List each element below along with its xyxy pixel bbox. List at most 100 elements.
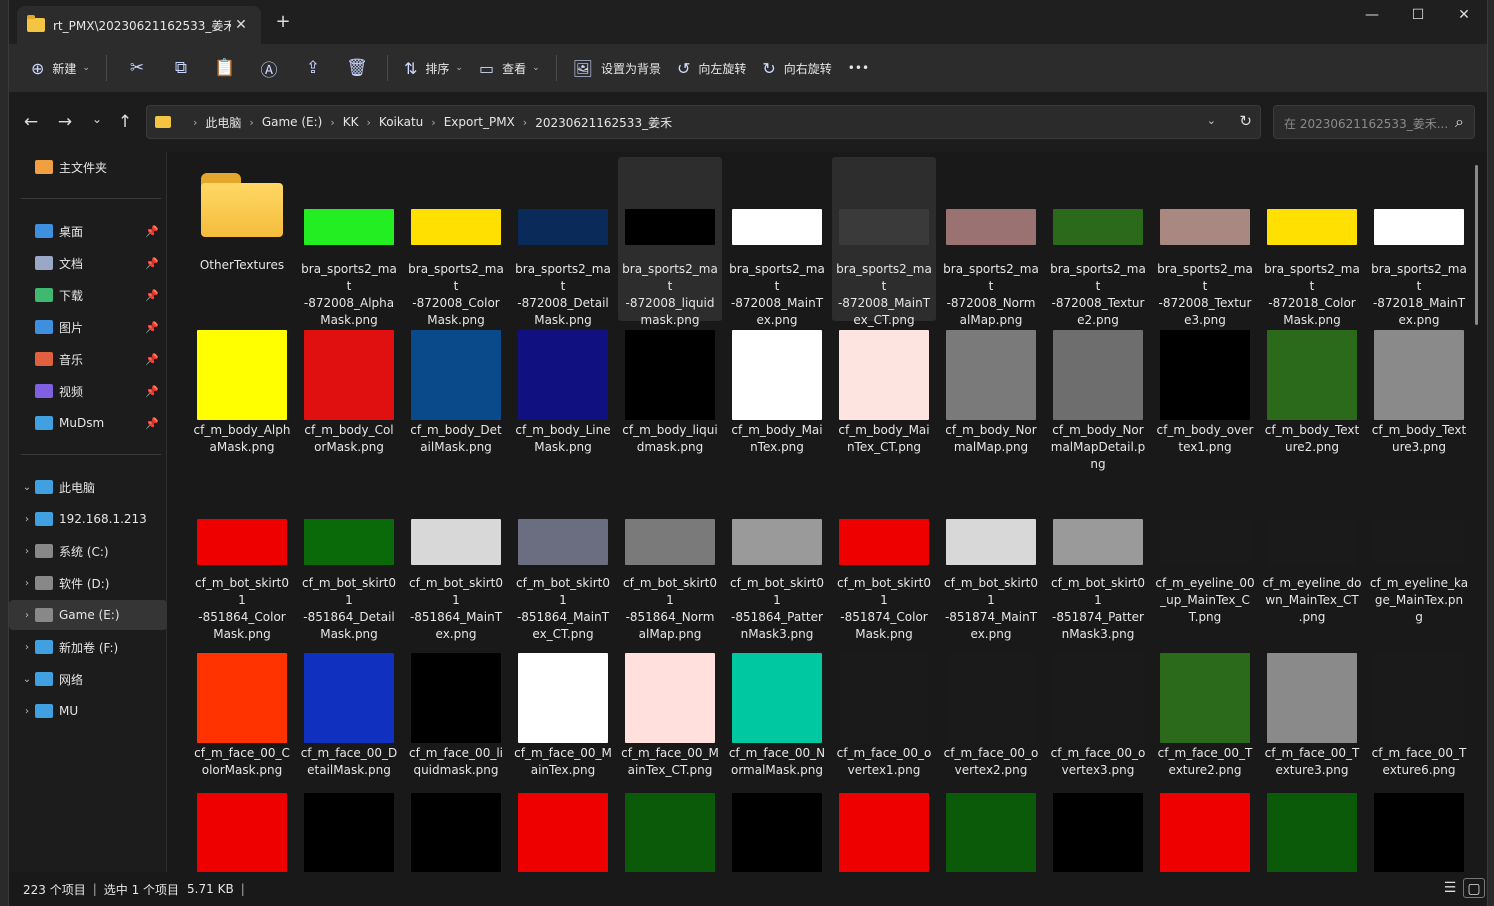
breadcrumb-current-folder[interactable]: 20230621162533_姜禾 [535,114,672,131]
breadcrumb-export-pmx[interactable]: Export_PMX [444,115,515,129]
set-background-button[interactable]: 🖼 设置为背景 [565,51,669,85]
up-arrow-icon[interactable]: ↑ [111,112,139,134]
file-item[interactable]: cf_m_bot_skirt0 1 -851874_Patter nMask3.… [1046,475,1150,641]
sidebar-item-network[interactable]: ⌄ 网络 [9,664,167,694]
file-item[interactable]: cf_m_body_over tex1.png [1153,322,1257,486]
expand-chevron-icon[interactable]: › [19,546,35,557]
file-item[interactable]: bra_sports2_ma t -872008_Color Mask.png [404,157,508,327]
sidebar-item-pictures[interactable]: 图片 📌 [9,312,167,342]
sidebar-item-downloads[interactable]: 下载 📌 [9,280,167,310]
file-item[interactable]: cf_m_body_Text ure2.png [1260,322,1364,486]
file-item[interactable]: bra_sports2_ma t -872008_Alpha Mask.png [297,157,401,327]
forward-arrow-icon[interactable]: → [51,112,79,134]
file-item[interactable] [1260,785,1364,872]
file-item[interactable]: cf_m_body_Mai nTex_CT.png [832,322,936,486]
address-bar[interactable]: › 此电脑 › Game (E:) › KK › Koikatu › Export_PM… [146,105,1261,139]
file-item[interactable] [618,785,722,872]
file-item[interactable] [190,785,294,872]
sidebar-item-videos[interactable]: 视频 📌 [9,376,167,406]
sidebar-item-mu[interactable]: › MU [9,696,167,726]
file-item[interactable] [832,785,936,872]
file-item[interactable]: cf_m_body_liqui dmask.png [618,322,722,486]
file-item[interactable]: bra_sports2_ma t -872008_MainT ex.png [725,157,829,327]
tab-current-folder[interactable]: rt_PMX\20230621162533_姜禾 ✕ [17,6,261,44]
expand-chevron-icon[interactable]: › [19,578,35,589]
rename-icon[interactable]: Ⓐ [247,51,291,85]
pin-icon[interactable]: 📌 [145,289,159,302]
tiles-view-icon[interactable]: ▢ [1463,878,1485,898]
file-item[interactable]: bra_sports2_ma t -872008_Norm alMap.png [939,157,1043,327]
copy-icon[interactable]: ⧉ [159,51,203,85]
pin-icon[interactable]: 📌 [145,353,159,366]
expand-chevron-icon[interactable]: › [19,514,35,525]
file-item[interactable]: bra_sports2_ma t -872008_liquid mask.png [618,157,722,327]
file-item[interactable] [1153,785,1257,872]
file-item[interactable]: bra_sports2_ma t -872008_MainT ex_CT.png [832,157,936,327]
breadcrumb-koikatu[interactable]: Koikatu [379,115,423,129]
expand-chevron-icon[interactable]: ⌄ [19,482,35,493]
file-item[interactable]: cf_m_bot_skirt0 1 -851864_Patter nMask3.… [725,475,829,641]
file-item[interactable]: bra_sports2_ma t -872018_Color Mask.png [1260,157,1364,327]
pin-icon[interactable]: 📌 [145,321,159,334]
more-options-button[interactable]: ••• [840,51,877,85]
sidebar-item-documents[interactable]: 文档 📌 [9,248,167,278]
delete-icon[interactable]: 🗑 [335,51,379,85]
pin-icon[interactable]: 📌 [145,417,159,430]
folder-item[interactable]: OtherTextures [190,157,294,321]
file-item[interactable] [725,785,829,872]
refresh-icon[interactable]: ↻ [1239,112,1252,130]
close-window-button[interactable]: ✕ [1441,0,1487,32]
file-item[interactable] [297,785,401,872]
file-item[interactable]: bra_sports2_ma t -872008_Textur e2.png [1046,157,1150,327]
file-item[interactable]: cf_m_eyeline_ka ge_MainTex.pn g [1367,475,1471,639]
search-icon[interactable]: ⌕ [1455,112,1464,132]
file-item[interactable]: cf_m_eyeline_do wn_MainTex_CT .png [1260,475,1364,639]
new-tab-button[interactable]: + [273,12,293,32]
maximize-button[interactable]: ☐ [1395,0,1441,32]
paste-icon[interactable]: 📋 [203,51,247,85]
breadcrumb-game-drive[interactable]: Game (E:) [262,115,323,129]
address-dropdown-icon[interactable]: ⌄ [1207,114,1216,127]
file-item[interactable] [1367,785,1471,872]
rotate-right-button[interactable]: ↻ 向右旋转 [754,51,839,85]
sort-button[interactable]: ⇅ 排序 ⌄ [396,51,471,85]
sidebar-item-music[interactable]: 音乐 📌 [9,344,167,374]
expand-chevron-icon[interactable]: › [19,610,35,621]
file-item[interactable]: cf_m_body_Alph aMask.png [190,322,294,486]
sidebar-item-this-pc[interactable]: ⌄ 此电脑 [9,472,167,502]
file-item[interactable]: cf_m_bot_skirt0 1 -851874_Color Mask.png [832,475,936,641]
pin-icon[interactable]: 📌 [145,257,159,270]
file-item[interactable]: cf_m_bot_skirt0 1 -851864_MainT ex.png [404,475,508,641]
recent-chevron-icon[interactable]: ⌄ [83,112,111,134]
file-item[interactable]: cf_m_body_Det ailMask.png [404,322,508,486]
breadcrumb-this-pc[interactable]: 此电脑 [205,114,241,131]
file-item[interactable] [404,785,508,872]
sidebar-item-drive-e[interactable]: › Game (E:) [9,600,167,630]
tab-close-icon[interactable]: ✕ [231,17,251,33]
file-item[interactable]: cf_m_body_Mai nTex.png [725,322,829,486]
back-arrow-icon[interactable]: ← [17,112,45,134]
new-button[interactable]: ⊕ 新建 ⌄ [23,51,98,85]
minimize-button[interactable]: — [1349,0,1395,32]
file-item[interactable]: cf_m_body_Text ure3.png [1367,322,1471,486]
file-item[interactable]: bra_sports2_ma t -872018_MainT ex.png [1367,157,1471,327]
file-item[interactable]: cf_m_bot_skirt0 1 -851874_MainT ex.png [939,475,1043,641]
expand-chevron-icon[interactable]: › [19,706,35,717]
details-view-icon[interactable]: ☰ [1439,878,1461,898]
file-item[interactable]: cf_m_body_Nor malMap.png [939,322,1043,486]
expand-chevron-icon[interactable]: ⌄ [19,674,35,685]
sidebar-item-drive-f[interactable]: › 新加卷 (F:) [9,632,167,662]
view-button[interactable]: ▭ 查看 ⌄ [471,51,548,85]
file-item[interactable]: cf_m_bot_skirt0 1 -851864_Norm alMap.png [618,475,722,641]
file-item[interactable] [1046,785,1150,872]
search-input[interactable]: 在 20230621162533_姜禾... ⌕ [1273,105,1475,139]
sidebar-item-network-drive[interactable]: › 192.168.1.213 [9,504,167,534]
pin-icon[interactable]: 📌 [145,225,159,238]
file-item[interactable] [939,785,1043,872]
sidebar-item-home[interactable]: 主文件夹 [9,152,167,182]
cut-icon[interactable]: ✂ [115,51,159,85]
file-item[interactable]: bra_sports2_ma t -872008_Textur e3.png [1153,157,1257,327]
sidebar-item-mudsm[interactable]: MuDsm 📌 [9,408,167,438]
file-item[interactable]: cf_m_body_Nor malMapDetail.p ng [1046,322,1150,486]
sidebar-item-drive-c[interactable]: › 系统 (C:) [9,536,167,566]
